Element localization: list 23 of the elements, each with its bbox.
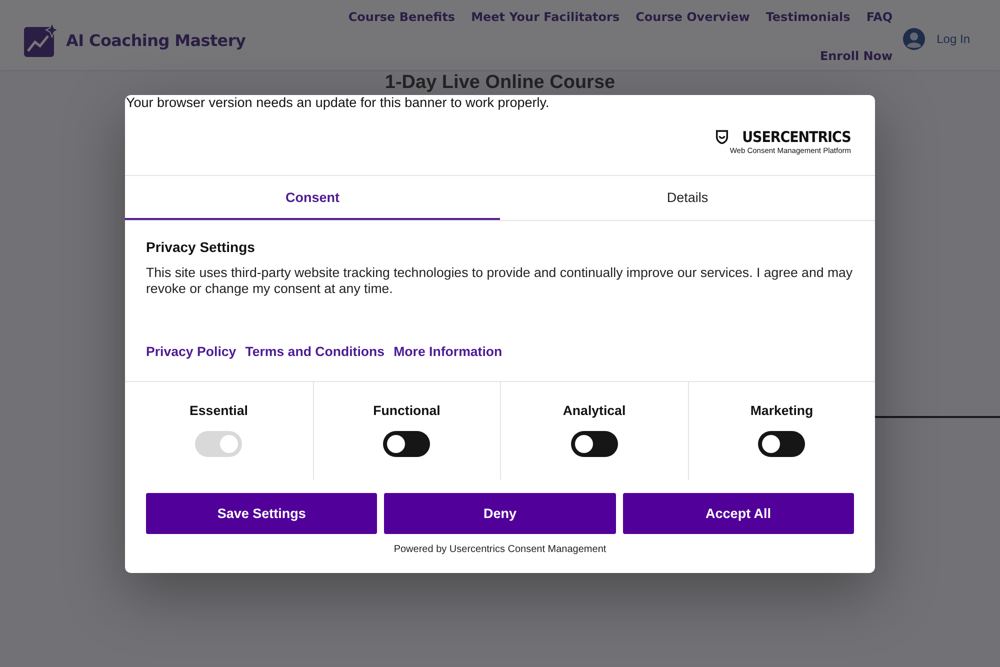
category-label: Essential xyxy=(190,403,248,418)
action-button[interactable]: Deny xyxy=(384,493,616,534)
toggle-switch[interactable] xyxy=(383,431,430,457)
category-label: Analytical xyxy=(562,403,626,418)
powered-by-text: Powered by Usercentrics Consent Management xyxy=(392,544,608,555)
category-label: Functional xyxy=(373,403,440,418)
policy-link[interactable]: Privacy Policy xyxy=(146,344,236,359)
action-button[interactable]: Accept All xyxy=(622,493,854,534)
page-heading: 1-Day Live Online Course xyxy=(384,73,616,93)
description-text: This site uses third-party website tracking technologies to provide and continually improve our services. I agree and may revoke or change my consent at any time. xyxy=(146,265,854,297)
category-label: Marketing xyxy=(750,403,814,418)
shield-icon xyxy=(716,130,728,144)
section-title: Privacy Settings xyxy=(146,239,256,255)
action-button[interactable]: Save Settings xyxy=(146,493,378,534)
toggle-switch[interactable] xyxy=(570,431,618,457)
policy-link[interactable]: Terms and Conditions xyxy=(245,344,385,359)
user-avatar-icon[interactable] xyxy=(902,28,925,50)
browser-warning-text: Your browser version needs an update for this banner to work properly. xyxy=(125,95,550,111)
brand-logo-text: USERCENTRICS xyxy=(742,128,851,146)
tab[interactable]: Consent xyxy=(125,176,500,220)
chart-sparkle-icon xyxy=(24,23,58,57)
toggle-switch[interactable] xyxy=(758,431,806,457)
policy-link[interactable]: More Information xyxy=(394,344,502,359)
